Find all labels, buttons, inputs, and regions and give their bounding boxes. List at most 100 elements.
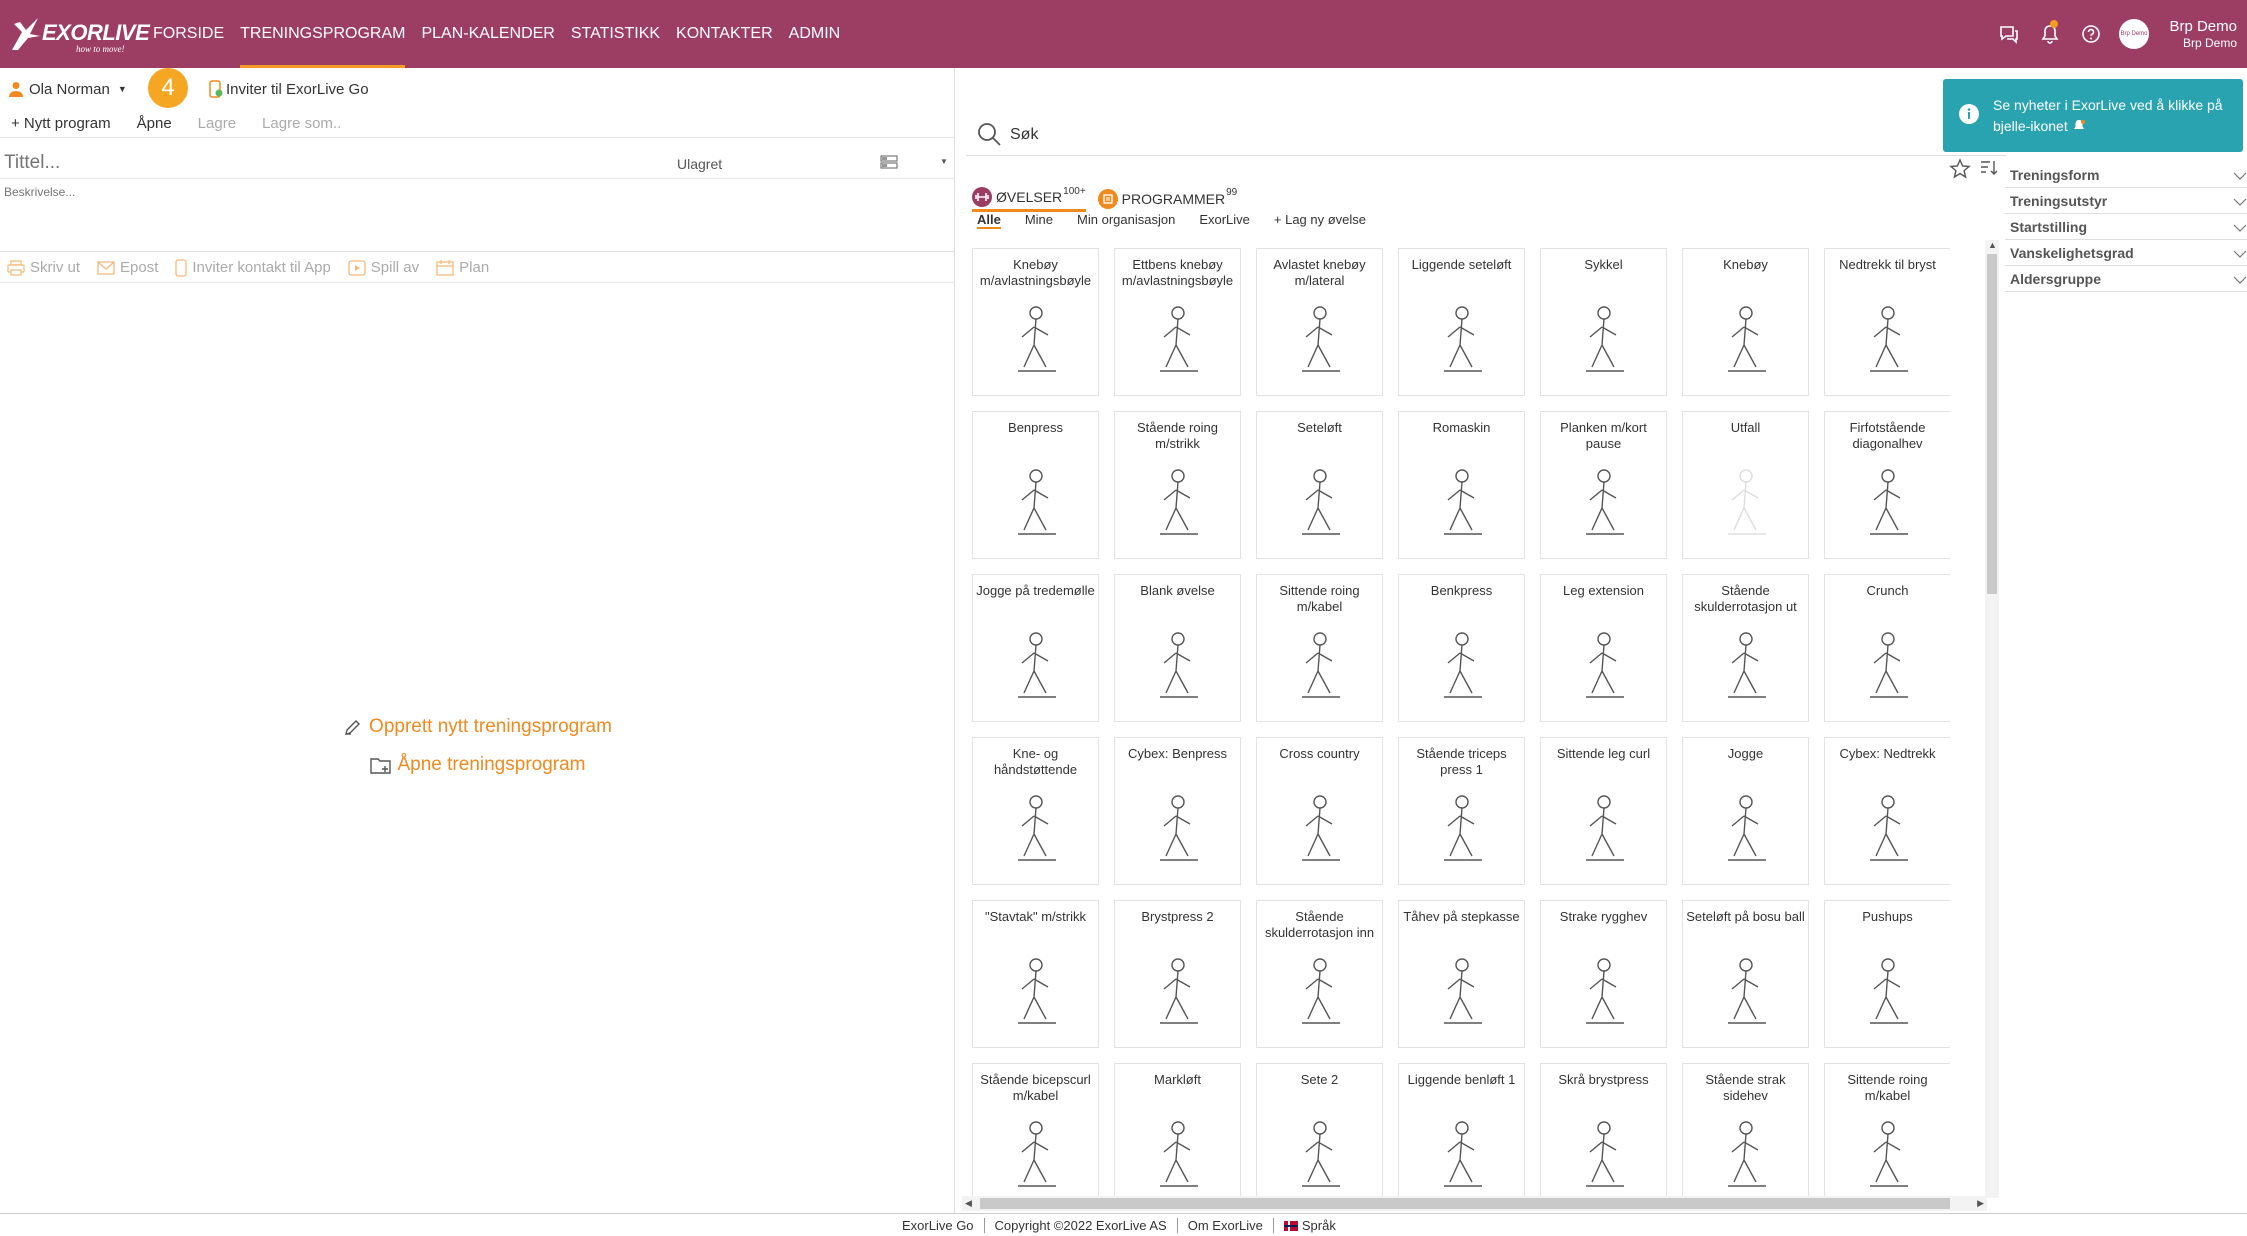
exercise-card[interactable]: Blank øvelse (1114, 574, 1241, 722)
nav-statistikk[interactable]: STATISTIKK (563, 0, 668, 68)
user-menu[interactable]: Brp Demo Brp Demo (2157, 18, 2247, 50)
tab-programs[interactable]: PROGRAMMER 99 (1097, 187, 1237, 211)
footer-exorlive-go-link[interactable]: ExorLive Go (892, 1218, 985, 1233)
nav-plan-kalender[interactable]: PLAN-KALENDER (413, 0, 562, 68)
exercise-card[interactable]: Cybex: Nedtrekk (1824, 737, 1950, 885)
program-description-input[interactable] (4, 185, 944, 245)
filter-treningsutstyr[interactable]: Treningsutstyr (2005, 188, 2247, 214)
open-button[interactable]: Åpne (137, 115, 172, 132)
exercise-card[interactable]: Kne- og håndstøttende (972, 737, 1099, 885)
exercise-card[interactable]: Firfotstående diagonalhev (1824, 411, 1950, 559)
horizontal-scrollbar[interactable]: ◀ ▶ (962, 1196, 1987, 1211)
search-icon (978, 123, 1001, 146)
vertical-scroll-thumb[interactable] (1987, 254, 1997, 594)
filter-aldersgruppe[interactable]: Aldersgruppe (2005, 266, 2247, 292)
subtab-mine[interactable]: Mine (1025, 212, 1053, 229)
exercise-card[interactable]: Sittende roing m/kabel (1256, 574, 1383, 722)
subtab-min-organisasjon[interactable]: Min organisasjon (1077, 212, 1175, 229)
save-button[interactable]: Lagre (198, 115, 236, 132)
exercise-card[interactable]: Markløft (1114, 1063, 1241, 1201)
exorlive-logo[interactable]: EXORLIVE how to move! (8, 14, 150, 54)
scroll-right-icon[interactable]: ▶ (1977, 1198, 1984, 1209)
subtab-alle[interactable]: Alle (977, 212, 1001, 229)
nav-kontakter[interactable]: KONTAKTER (668, 0, 781, 68)
exercise-card[interactable]: Stående skulderrotasjon inn (1256, 900, 1383, 1048)
exercise-card[interactable]: "Stavtak" m/strikk (972, 900, 1099, 1048)
news-toast[interactable]: Se nyheter i ExorLive ved å klikke på bj… (1943, 79, 2243, 152)
scroll-left-icon[interactable]: ◀ (965, 1198, 972, 1209)
filter-startstilling[interactable]: Startstilling (2005, 214, 2247, 240)
subtab-exorlive[interactable]: ExorLive (1199, 212, 1250, 229)
exercise-card[interactable]: Skrå brystpress (1540, 1063, 1667, 1201)
footer-links: ExorLive Go Copyright ©2022 ExorLive AS … (892, 1218, 1346, 1233)
nav-forside[interactable]: FORSIDE (145, 0, 232, 68)
exercise-card[interactable]: Utfall (1682, 411, 1809, 559)
exercise-card[interactable]: Stående roing m/strikk (1114, 411, 1241, 559)
view-mode-icon[interactable] (880, 155, 898, 174)
create-program-link[interactable]: Opprett nytt treningsprogram (343, 716, 612, 738)
exercise-card[interactable]: Brystpress 2 (1114, 900, 1241, 1048)
nav-admin[interactable]: ADMIN (781, 0, 849, 68)
open-program-link[interactable]: Åpne treningsprogram (369, 754, 586, 776)
invite-exorlive-go-button[interactable]: Inviter til ExorLive Go (209, 80, 369, 98)
star-icon[interactable] (1949, 158, 1971, 185)
exercise-card[interactable]: Cybex: Benpress (1114, 737, 1241, 885)
help-icon[interactable] (2070, 0, 2111, 68)
save-as-button[interactable]: Lagre som.. (262, 115, 341, 132)
filter-treningsform[interactable]: Treningsform (2005, 162, 2247, 188)
exercise-card[interactable]: Leg extension (1540, 574, 1667, 722)
exercise-card[interactable]: Seteløft (1256, 411, 1383, 559)
exercise-card[interactable]: Benkpress (1398, 574, 1525, 722)
vertical-scrollbar[interactable]: ▲ (1985, 240, 1999, 1198)
exercise-card[interactable]: Seteløft på bosu ball (1682, 900, 1809, 1048)
chat-icon[interactable] (1988, 0, 2029, 68)
exercise-illustration-icon (1302, 306, 1340, 372)
exercise-card[interactable]: Stående skulderrotasjon ut (1682, 574, 1809, 722)
exercise-card[interactable]: Stående bicepscurl m/kabel (972, 1063, 1099, 1201)
play-button[interactable]: Spill av (348, 259, 419, 276)
invite-app-button[interactable]: Inviter kontakt til App (175, 258, 331, 277)
exercise-card[interactable]: Tåhev på stepkasse (1398, 900, 1525, 1048)
exercise-card[interactable]: Liggende seteløft (1398, 248, 1525, 396)
exercise-card[interactable]: Knebøy (1682, 248, 1809, 396)
tab-exercises[interactable]: ØVELSER 100+ (972, 186, 1086, 212)
exercise-card[interactable]: Knebøy m/avlastningsbøyle (972, 248, 1099, 396)
exercise-card[interactable]: Stående triceps press 1 (1398, 737, 1525, 885)
exercise-card[interactable]: Sittende roing m/kabel (1824, 1063, 1950, 1201)
program-title-input[interactable] (4, 149, 604, 177)
exercise-card[interactable]: Romaskin (1398, 411, 1525, 559)
client-selector[interactable]: Ola Norman ▼ (9, 81, 127, 98)
exercise-card[interactable]: Benpress (972, 411, 1099, 559)
search-input[interactable] (1010, 122, 1910, 148)
exercise-card[interactable]: Jogge (1682, 737, 1809, 885)
new-program-button[interactable]: + Nytt program (11, 115, 111, 132)
print-button[interactable]: Skriv ut (7, 259, 80, 276)
view-mode-caret-icon[interactable]: ▼ (940, 157, 948, 166)
exercise-card[interactable]: Strake rygghev (1540, 900, 1667, 1048)
plan-button[interactable]: Plan (436, 259, 489, 276)
horizontal-scroll-thumb[interactable] (980, 1198, 1950, 1209)
exercise-card[interactable]: Crunch (1824, 574, 1950, 722)
filter-vanskelighetsgrad[interactable]: Vanskelighetsgrad (2005, 240, 2247, 266)
exercise-card[interactable]: Nedtrekk til bryst (1824, 248, 1950, 396)
scroll-up-icon[interactable]: ▲ (1988, 240, 1997, 250)
exercise-card[interactable]: Sete 2 (1256, 1063, 1383, 1201)
exercise-card[interactable]: Pushups (1824, 900, 1950, 1048)
footer-about-link[interactable]: Om ExorLive (1178, 1218, 1274, 1233)
exercise-card[interactable]: Avlastet knebøy m/lateral (1256, 248, 1383, 396)
create-exercise-button[interactable]: + Lag ny øvelse (1274, 212, 1366, 229)
exercise-card[interactable]: Jogge på tredemølle (972, 574, 1099, 722)
nav-treningsprogram[interactable]: TRENINGSPROGRAM (232, 0, 413, 68)
exercise-card[interactable]: Sykkel (1540, 248, 1667, 396)
exercise-card[interactable]: Sittende leg curl (1540, 737, 1667, 885)
email-button[interactable]: Epost (97, 259, 158, 276)
exercise-card[interactable]: Planken m/kort pause (1540, 411, 1667, 559)
exercise-card[interactable]: Liggende benløft 1 (1398, 1063, 1525, 1201)
exercise-card[interactable]: Cross country (1256, 737, 1383, 885)
sort-icon[interactable] (1979, 158, 1999, 183)
bell-icon[interactable] (2029, 0, 2070, 68)
exercise-card[interactable]: Ettbens knebøy m/avlastningsbøyle (1114, 248, 1241, 396)
avatar[interactable]: Brp Demo (2119, 19, 2149, 49)
language-selector[interactable]: Språk (1274, 1218, 1346, 1233)
exercise-card[interactable]: Stående strak sidehev (1682, 1063, 1809, 1201)
